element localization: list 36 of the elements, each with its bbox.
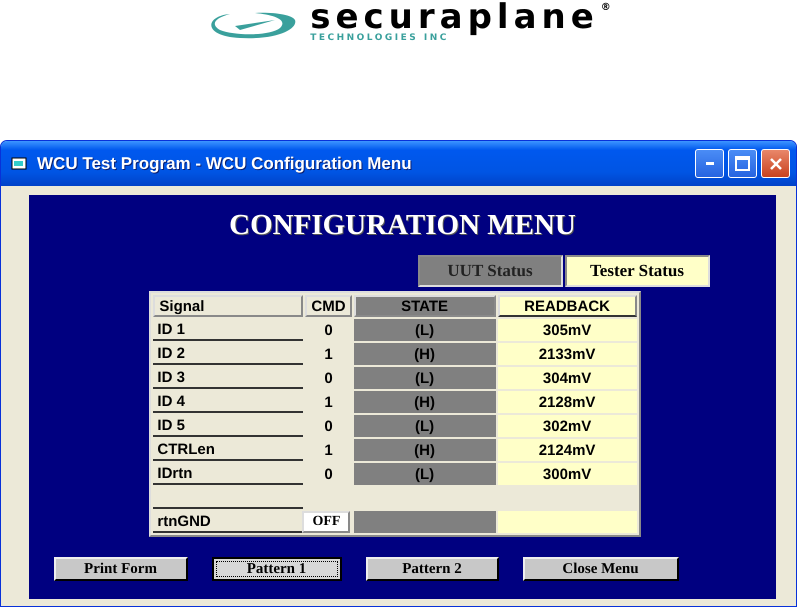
maximize-button[interactable] <box>728 149 757 178</box>
state-cell: (L) <box>354 367 496 389</box>
readback-cell: 2128mV <box>498 391 637 413</box>
form-button[interactable]: Pattern 1 <box>212 557 342 581</box>
readback-cell: 2133mV <box>498 343 637 365</box>
state-cell: (H) <box>354 343 496 365</box>
form-button[interactable]: Pattern 2 <box>366 557 498 581</box>
state-cell: (H) <box>354 391 496 413</box>
window-title: WCU Test Program - WCU Configuration Menu <box>37 154 413 174</box>
form-button[interactable]: Close Menu <box>522 557 678 581</box>
state-cell: (L) <box>354 463 496 485</box>
menu-heading: CONFIGURATION MENU <box>229 209 576 242</box>
close-icon <box>768 156 782 170</box>
close-button[interactable] <box>761 149 790 178</box>
maximize-icon <box>735 156 750 171</box>
minimize-icon <box>706 162 714 165</box>
readback-cell: 302mV <box>498 415 637 437</box>
minimize-button[interactable] <box>695 149 724 178</box>
readback-cell: 305mV <box>498 319 637 341</box>
company-subtitle: TECHNOLOGIES INC <box>310 33 449 44</box>
readback-cell: 304mV <box>498 367 637 389</box>
toggle-button[interactable]: OFF <box>302 511 350 533</box>
state-cell: (L) <box>354 415 496 437</box>
column-header: READBACK <box>498 295 637 317</box>
column-header: CMD <box>305 295 352 317</box>
form-button[interactable]: Print Form <box>54 557 188 581</box>
column-header: Signal <box>153 295 304 317</box>
state-cell: (H) <box>354 439 496 461</box>
readback-cell: 2124mV <box>498 439 637 461</box>
registered-mark: ® <box>600 2 611 14</box>
app-window-icon <box>11 156 29 172</box>
column-header: STATE <box>354 295 496 317</box>
readback-cell: 300mV <box>498 463 637 485</box>
status-label: UUT Status <box>418 255 562 287</box>
state-cell: (L) <box>354 319 496 341</box>
status-label: Tester Status <box>564 255 710 287</box>
